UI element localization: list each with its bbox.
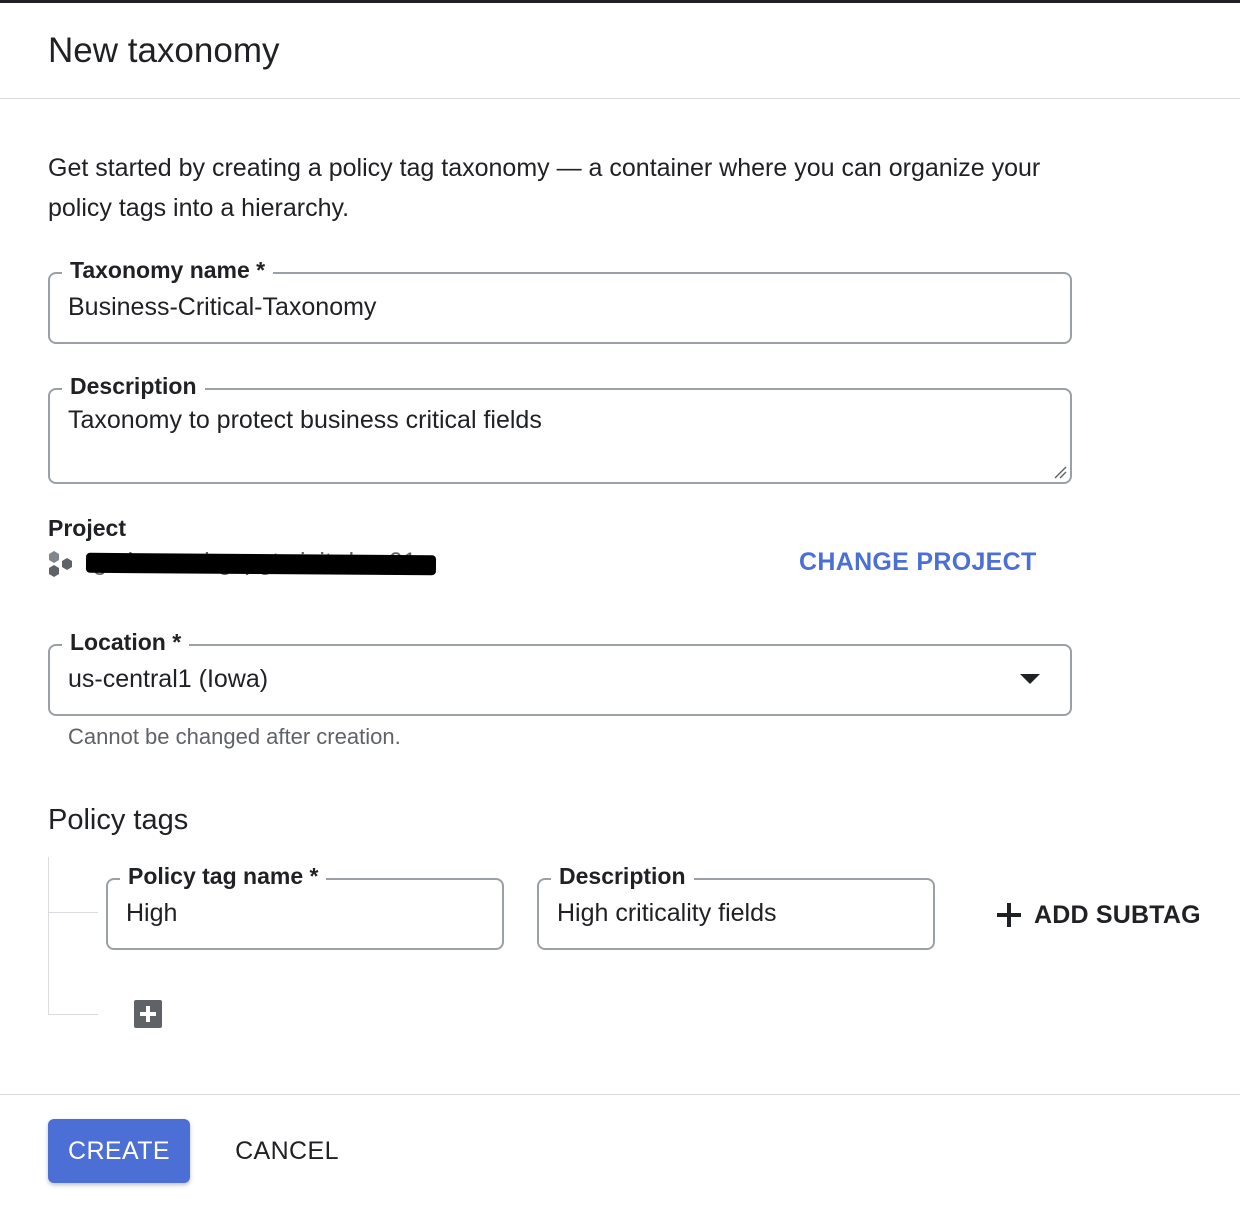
project-hexagons-icon <box>49 551 72 577</box>
policy-tags-heading: Policy tags <box>48 804 189 836</box>
location-select[interactable]: Location * us-central1 (Iowa) <box>48 629 1072 716</box>
intro-text: Get started by creating a policy tag tax… <box>48 154 1041 222</box>
description-field[interactable]: Description Taxonomy to protect business… <box>48 373 1072 484</box>
dialog-header: New taxonomy <box>0 3 1240 99</box>
cancel-button[interactable]: CANCEL <box>228 1119 346 1183</box>
policy-tag-name-field[interactable]: Policy tag name * High <box>106 863 504 950</box>
location-label: Location * <box>62 629 190 656</box>
resize-handle-icon[interactable] <box>1053 465 1067 479</box>
taxonomy-name-label: Taxonomy name * <box>62 257 274 284</box>
add-box-icon <box>140 1006 156 1022</box>
policy-tag-description-input[interactable]: High criticality fields <box>557 899 777 928</box>
location-value: us-central1 (Iowa) <box>68 665 269 693</box>
plus-icon <box>997 903 1021 927</box>
add-subtag-label: ADD SUBTAG <box>1034 900 1201 929</box>
description-label: Description <box>62 373 205 400</box>
tree-line-branch <box>48 1014 98 1015</box>
add-subtag-button[interactable]: ADD SUBTAG <box>996 898 1201 932</box>
add-policy-tag-button[interactable] <box>134 1000 162 1028</box>
create-button[interactable]: CREATE <box>48 1119 190 1183</box>
policy-tag-name-label: Policy tag name * <box>120 863 327 890</box>
policy-tag-name-input[interactable]: High <box>126 899 177 928</box>
policy-tag-description-field[interactable]: Description High criticality fields <box>537 863 935 950</box>
dialog-title: New taxonomy <box>48 31 280 70</box>
project-label: Project <box>48 515 126 541</box>
redaction-bar <box>85 552 437 576</box>
description-input[interactable]: Taxonomy to protect business critical fi… <box>68 406 542 435</box>
tree-line-branch <box>48 912 98 913</box>
policy-tag-description-label: Description <box>551 863 694 890</box>
tree-line-vertical <box>48 857 49 1015</box>
taxonomy-name-input[interactable]: Business-Critical-Taxonomy <box>68 293 376 322</box>
dialog-footer: CREATE CANCEL <box>0 1094 1240 1216</box>
location-hint: Cannot be changed after creation. <box>68 724 401 749</box>
change-project-button[interactable]: CHANGE PROJECT <box>799 548 1037 577</box>
taxonomy-name-field[interactable]: Taxonomy name * Business-Critical-Taxono… <box>48 257 1072 344</box>
dropdown-arrow-icon[interactable] <box>1020 674 1040 684</box>
